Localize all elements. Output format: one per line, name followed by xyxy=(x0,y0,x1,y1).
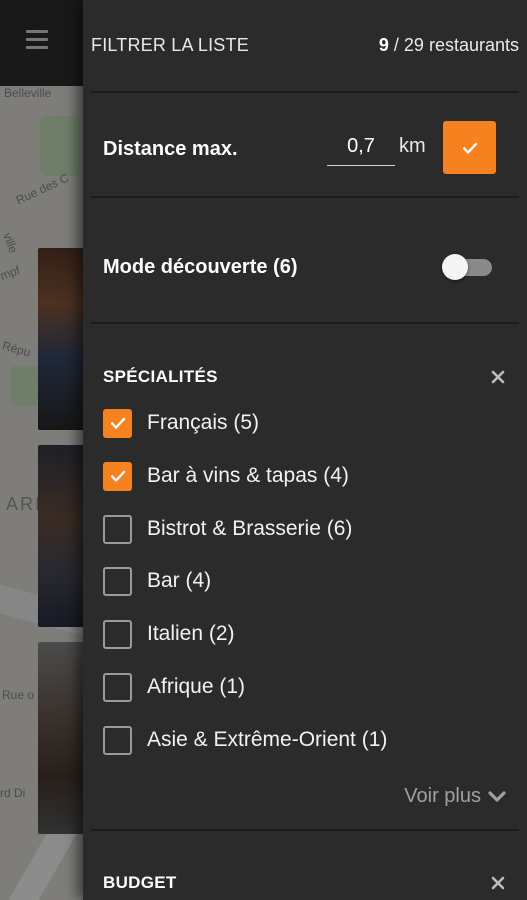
checkbox[interactable] xyxy=(103,672,132,702)
checkbox[interactable] xyxy=(103,514,132,544)
clear-specialties-button[interactable] xyxy=(491,367,509,385)
distance-label: Distance max. xyxy=(103,138,238,160)
checkbox-checked[interactable] xyxy=(103,408,132,438)
specialty-item[interactable]: Asie & Extrême-Orient (1) xyxy=(103,725,387,755)
see-more-label: Voir plus xyxy=(404,785,481,807)
discovery-mode-label: Mode découverte (6) xyxy=(103,256,298,278)
distance-unit: km xyxy=(399,135,426,157)
filter-drawer: FILTRER LA LISTE 9 / 29 restaurants Dist… xyxy=(83,0,527,900)
clear-budget-button[interactable] xyxy=(491,873,509,891)
drawer-header: FILTRER LA LISTE 9 / 29 restaurants xyxy=(83,0,527,91)
specialty-label: Bistrot & Brasserie (6) xyxy=(147,517,353,540)
chevron-down-icon xyxy=(488,790,506,802)
toggle-thumb xyxy=(442,254,468,280)
specialty-label: Afrique (1) xyxy=(147,675,246,698)
budget-title: BUDGET xyxy=(103,873,177,892)
divider xyxy=(91,196,519,198)
specialty-item[interactable]: Bar à vins & tapas (4) xyxy=(103,461,349,491)
drawer-title: FILTRER LA LISTE xyxy=(91,35,249,55)
see-more-button[interactable]: Voir plus xyxy=(404,785,507,808)
close-icon xyxy=(491,370,505,384)
checkmark-icon xyxy=(110,470,125,482)
discovery-mode-toggle[interactable] xyxy=(442,254,494,280)
result-count-total: / 29 restaurants xyxy=(393,35,519,55)
specialty-item[interactable]: Italien (2) xyxy=(103,619,235,649)
result-count-shown: 9 xyxy=(378,35,389,55)
checkbox[interactable] xyxy=(103,566,132,596)
specialty-label: Asie & Extrême-Orient (1) xyxy=(147,728,388,751)
checkmark-icon xyxy=(462,142,477,154)
specialty-label: Italien (2) xyxy=(147,622,235,645)
specialty-item[interactable]: Bistrot & Brasserie (6) xyxy=(103,514,352,544)
checkbox[interactable] xyxy=(103,725,132,755)
checkmark-icon xyxy=(110,417,125,429)
divider xyxy=(91,322,519,324)
specialty-label: Bar (4) xyxy=(147,569,212,592)
close-icon xyxy=(491,876,505,890)
specialty-label: Français (5) xyxy=(147,411,260,434)
specialty-item[interactable]: Bar (4) xyxy=(103,566,211,596)
specialty-item[interactable]: Français (5) xyxy=(103,408,259,438)
checkbox-checked[interactable] xyxy=(103,461,132,491)
distance-input[interactable]: 0,7 xyxy=(327,130,395,166)
apply-distance-button[interactable] xyxy=(443,121,496,174)
specialty-item[interactable]: Afrique (1) xyxy=(103,672,245,702)
result-count: 9 / 29 restaurants xyxy=(379,35,519,56)
checkbox[interactable] xyxy=(103,619,132,649)
specialty-label: Bar à vins & tapas (4) xyxy=(147,464,349,487)
divider xyxy=(91,829,519,831)
divider xyxy=(91,91,519,93)
specialties-title: SPÉCIALITÉS xyxy=(103,367,218,386)
